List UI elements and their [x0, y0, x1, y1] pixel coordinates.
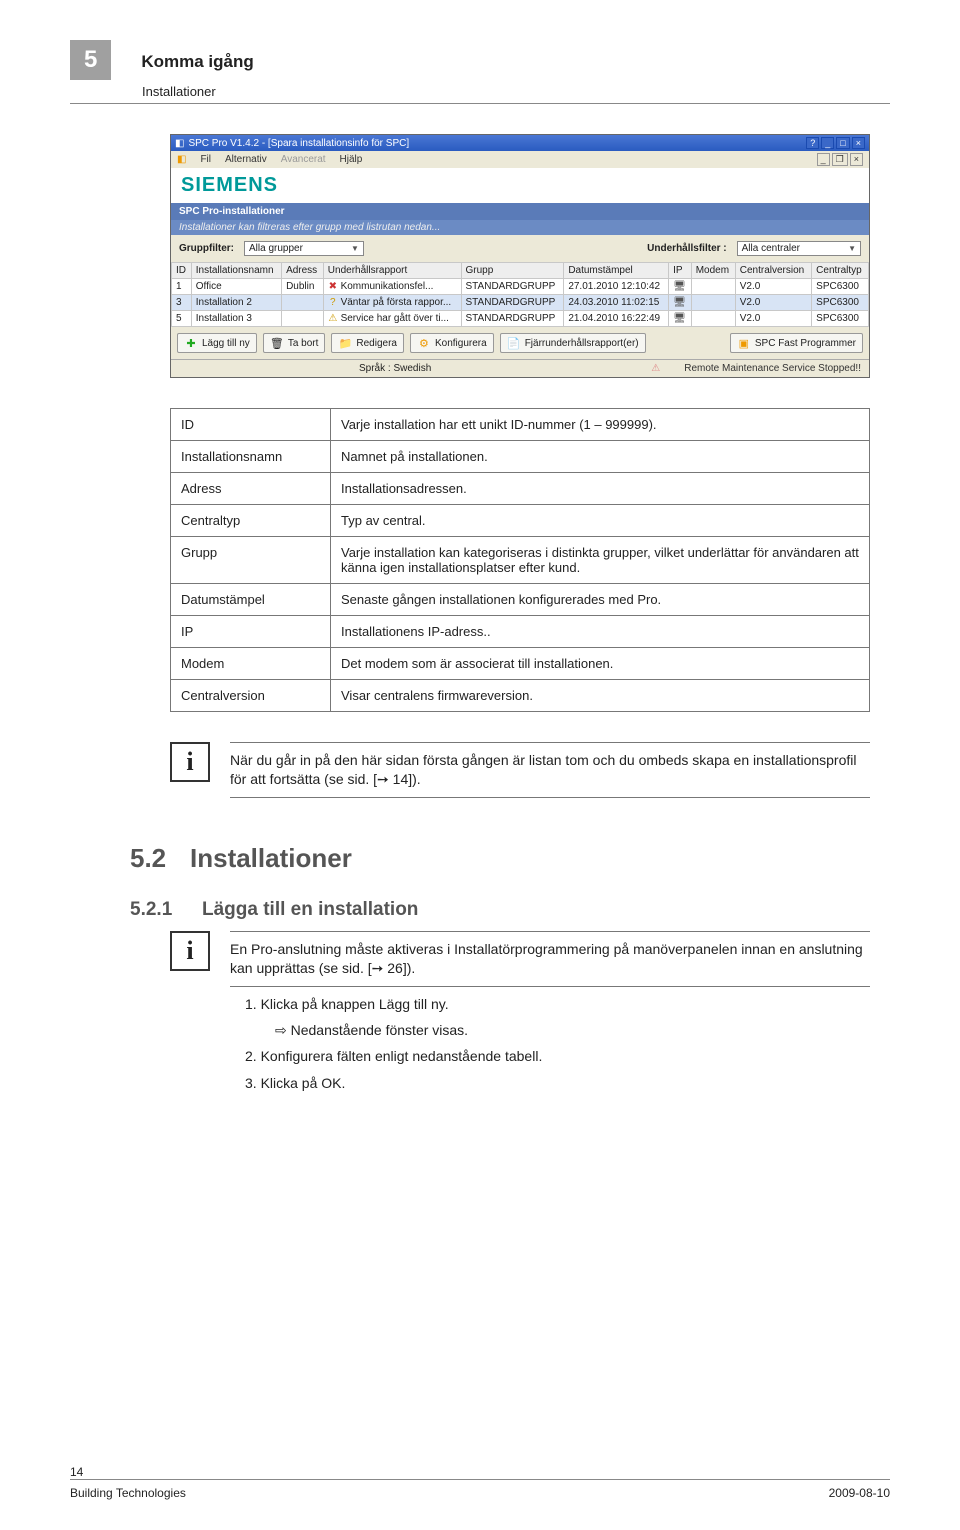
- page-footer: 14 Building Technologies 2009-08-10: [70, 1465, 890, 1500]
- table-row[interactable]: 1OfficeDublin ✖ Kommunikationsfel... STA…: [172, 279, 869, 295]
- group-filter-label: Gruppfilter:: [179, 243, 234, 254]
- delete-button[interactable]: 🗑Ta bort: [263, 333, 326, 353]
- def-row: InstallationsnamnNamnet på installatione…: [171, 441, 870, 473]
- gear-icon: ⚙: [417, 336, 431, 350]
- report-icon: 📄: [507, 336, 521, 350]
- header-rule: [70, 103, 890, 104]
- warning-icon: [651, 363, 664, 374]
- table-row[interactable]: 3Installation 2 ? Väntar på första rappo…: [172, 295, 869, 311]
- def-row: IDVarje installation har ett unikt ID-nu…: [171, 409, 870, 441]
- app-screenshot: ◧ SPC Pro V1.4.2 - [Spara installationsi…: [170, 134, 870, 378]
- def-row: CentralversionVisar centralens firmwarev…: [171, 680, 870, 712]
- trash-icon: 🗑: [270, 336, 284, 350]
- minimize-icon[interactable]: _: [821, 137, 834, 149]
- info-note: i När du går in på den här sidan första …: [170, 742, 870, 798]
- def-row: IPInstallationens IP-adress..: [171, 616, 870, 648]
- ip-icon: 🖥: [673, 313, 686, 324]
- col-grp[interactable]: Grupp: [461, 263, 564, 279]
- menu-hjalp[interactable]: Hjälp: [340, 154, 363, 165]
- window-titlebar: ◧ SPC Pro V1.4.2 - [Spara installationsi…: [171, 135, 869, 151]
- step-3: 3. Klicka på OK.: [245, 1072, 865, 1094]
- heading-5-2: 5.2Installationer: [130, 843, 890, 874]
- menu-alternativ[interactable]: Alternativ: [225, 154, 267, 165]
- menubar: ◧ Fil Alternativ Avancerat Hjälp _ ❐ ×: [171, 151, 869, 168]
- status-wait-icon: ?: [328, 297, 338, 308]
- col-name[interactable]: Installationsnamn: [191, 263, 281, 279]
- child-minimize-icon[interactable]: _: [817, 153, 830, 166]
- step-result: Nedanstående fönster visas.: [275, 1019, 865, 1041]
- maximize-icon[interactable]: □: [836, 137, 849, 149]
- page-title: Komma igång: [141, 52, 253, 72]
- chip-icon: ▣: [737, 336, 751, 350]
- panel-title: SPC Pro-installationer: [171, 203, 869, 220]
- info-note: i En Pro-anslutning måste aktiveras i In…: [170, 931, 870, 987]
- col-ctype[interactable]: Centraltyp: [812, 263, 869, 279]
- report-button[interactable]: 📄Fjärrunderhållsrapport(er): [500, 333, 646, 353]
- status-warn-icon: ⚠: [328, 313, 338, 324]
- status-bar: Språk : Swedish Remote Maintenance Servi…: [171, 359, 869, 377]
- col-modem[interactable]: Modem: [691, 263, 735, 279]
- def-row: GruppVarje installation kan kategorisera…: [171, 537, 870, 584]
- maint-filter-label: Underhållsfilter :: [647, 243, 726, 254]
- definitions-table: IDVarje installation har ett unikt ID-nu…: [170, 408, 870, 712]
- close-icon[interactable]: ×: [852, 137, 865, 149]
- info-icon: i: [170, 742, 210, 782]
- edit-button[interactable]: 📁Redigera: [331, 333, 404, 353]
- group-filter-select[interactable]: Alla grupper: [244, 241, 364, 256]
- configure-button[interactable]: ⚙Konfigurera: [410, 333, 494, 353]
- def-row: AdressInstallationsadressen.: [171, 473, 870, 505]
- footer-date: 2009-08-10: [829, 1486, 890, 1500]
- maint-filter-select[interactable]: Alla centraler: [737, 241, 861, 256]
- col-ver[interactable]: Centralversion: [735, 263, 811, 279]
- status-lang: Språk : Swedish: [359, 363, 431, 374]
- filter-row: Gruppfilter: Alla grupper Underhållsfilt…: [171, 235, 869, 262]
- info-icon: i: [170, 931, 210, 971]
- footer-pagenum: 14: [70, 1465, 890, 1479]
- window-controls: ? _ □ ×: [806, 137, 865, 149]
- col-rpt[interactable]: Underhållsrapport: [323, 263, 461, 279]
- steps-list: 1. Klicka på knappen Lägg till ny. Nedan…: [245, 993, 865, 1095]
- def-row: DatumstämpelSenaste gången installatione…: [171, 584, 870, 616]
- window-title: SPC Pro V1.4.2 - [Spara installationsinf…: [188, 138, 409, 149]
- ip-icon: 🖥: [673, 297, 686, 308]
- info-note-text: En Pro-anslutning måste aktiveras i Inst…: [230, 931, 870, 987]
- col-addr[interactable]: Adress: [282, 263, 324, 279]
- heading-5-2-1: 5.2.1Lägga till en installation: [130, 899, 890, 921]
- add-button[interactable]: ✚Lägg till ny: [177, 333, 257, 353]
- app-small-icon: ◧: [177, 154, 186, 165]
- fast-programmer-button[interactable]: ▣SPC Fast Programmer: [730, 333, 863, 353]
- child-window-controls: _ ❐ ×: [817, 153, 863, 166]
- page-number-box: 5: [70, 40, 111, 80]
- folder-icon: 📁: [338, 336, 352, 350]
- menu-avancerat[interactable]: Avancerat: [281, 154, 326, 165]
- window-help-icon[interactable]: ?: [806, 137, 819, 149]
- ip-icon: 🖥: [673, 281, 686, 292]
- plus-icon: ✚: [184, 336, 198, 350]
- page-header: 5 Komma igång: [70, 40, 890, 80]
- footer-org: Building Technologies: [70, 1486, 186, 1500]
- menu-fil[interactable]: Fil: [200, 154, 211, 165]
- status-warning: Remote Maintenance Service Stopped!!: [684, 363, 861, 374]
- installations-table: ID Installationsnamn Adress Underhållsra…: [171, 262, 869, 327]
- step-1: 1. Klicka på knappen Lägg till ny.: [245, 993, 865, 1015]
- panel-subtitle: Installationer kan filtreras efter grupp…: [171, 220, 869, 235]
- toolbar: ✚Lägg till ny 🗑Ta bort 📁Redigera ⚙Konfig…: [171, 327, 869, 359]
- col-id[interactable]: ID: [172, 263, 192, 279]
- app-icon: ◧: [175, 138, 184, 149]
- def-row: CentraltypTyp av central.: [171, 505, 870, 537]
- col-ip[interactable]: IP: [669, 263, 692, 279]
- status-error-icon: ✖: [328, 281, 338, 292]
- col-ts[interactable]: Datumstämpel: [564, 263, 669, 279]
- step-2: 2. Konfigurera fälten enligt nedanståend…: [245, 1045, 865, 1067]
- brand-logo: SIEMENS: [171, 168, 869, 203]
- info-note-text: När du går in på den här sidan första gå…: [230, 742, 870, 798]
- table-row[interactable]: 5Installation 3 ⚠ Service har gått över …: [172, 311, 869, 327]
- definitions-table-wrap: IDVarje installation har ett unikt ID-nu…: [170, 408, 870, 712]
- def-row: ModemDet modem som är associerat till in…: [171, 648, 870, 680]
- child-close-icon[interactable]: ×: [850, 153, 863, 166]
- page-subtitle: Installationer: [142, 84, 890, 99]
- child-restore-icon[interactable]: ❐: [832, 153, 848, 166]
